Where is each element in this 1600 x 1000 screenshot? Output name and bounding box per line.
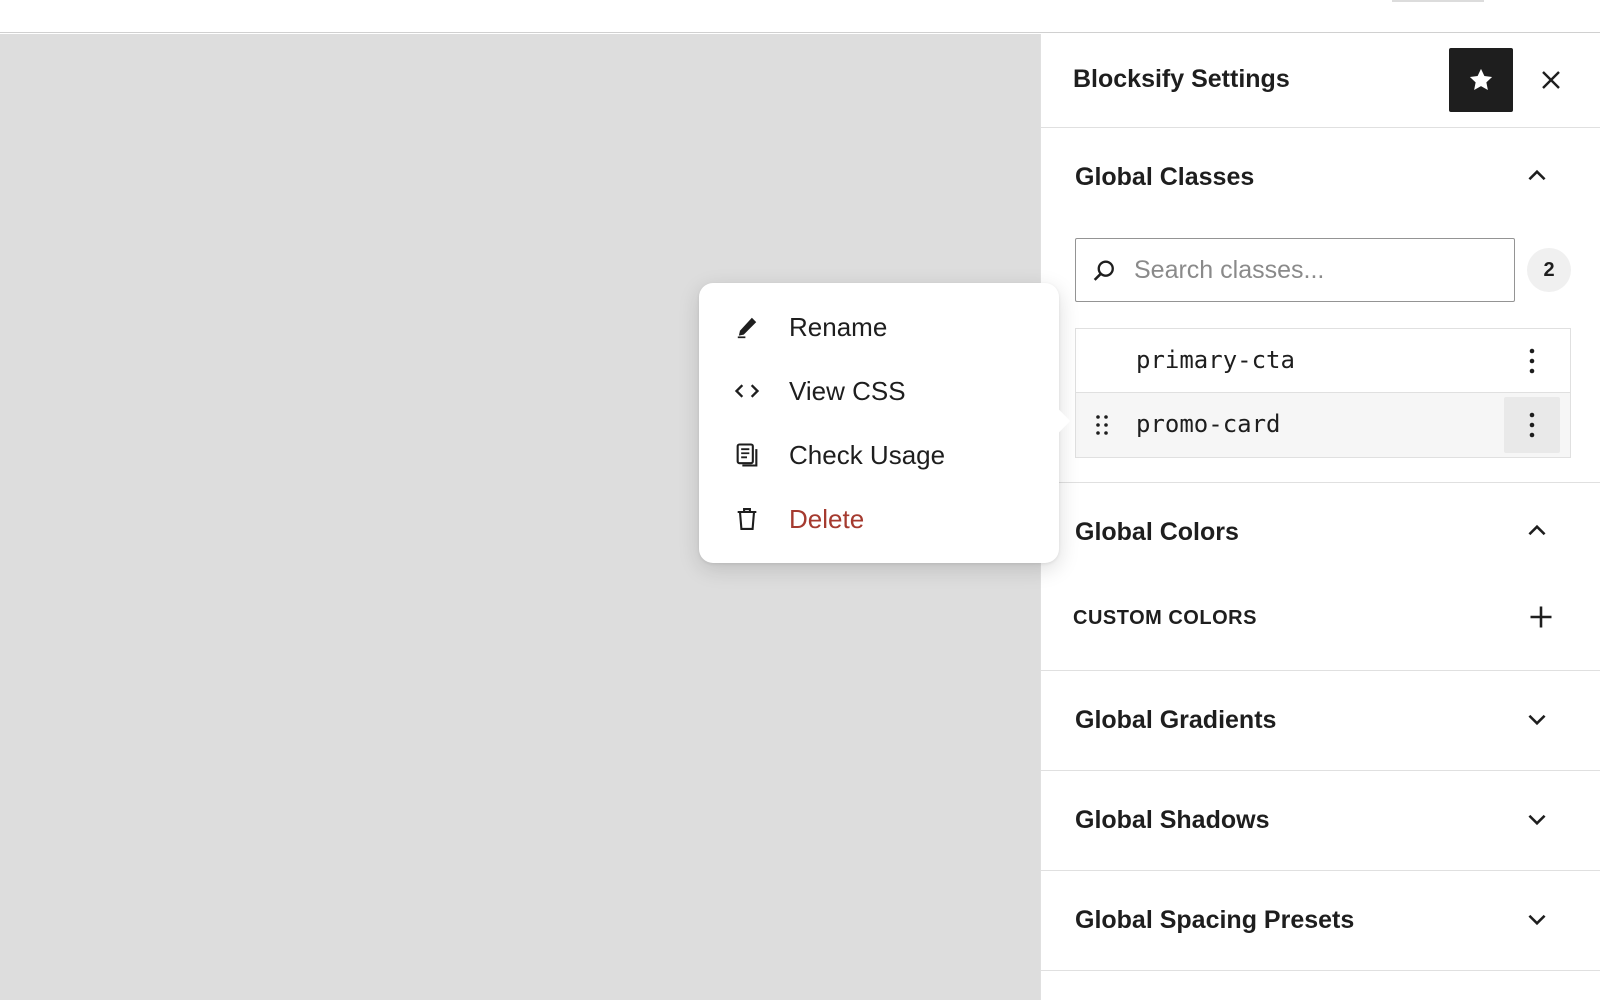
class-search-box [1075,238,1515,302]
more-options-button[interactable] [1504,397,1560,453]
class-list: primary-cta promo-card [1075,328,1571,458]
class-context-menu: Rename View CSS Check Usage Delete [699,283,1071,563]
more-vertical-icon [1529,412,1535,438]
delete-menu-item[interactable]: Delete [707,490,1051,548]
search-icon [1093,260,1114,281]
menu-item-label: Rename [789,311,888,342]
chevron-down-icon [1521,803,1553,835]
panel-title: Global Spacing Presets [1075,906,1355,934]
global-classes-toggle[interactable]: Global Classes [1041,128,1600,228]
menu-item-label: Check Usage [789,439,946,470]
chevron-down-icon [1521,703,1553,735]
list-item[interactable]: primary-cta [1076,329,1570,393]
chevron-up-icon [1521,515,1553,547]
editor-top-bar [0,0,1600,33]
code-icon [731,375,763,407]
class-name: promo-card [1136,410,1281,438]
panel-title: Global Classes [1075,163,1255,191]
global-colors-panel: Global Colors CUSTOM COLORS [1041,483,1600,671]
more-vertical-icon [1529,348,1535,374]
plus-icon [1530,606,1552,628]
settings-sidebar: Blocksify Settings Global Classes Search… [1040,34,1600,1000]
class-name: primary-cta [1136,346,1295,374]
global-spacing-presets-toggle[interactable]: Global Spacing Presets [1041,871,1600,971]
sidebar-title: Blocksify Settings [1073,65,1290,93]
class-count-badge: 2 [1527,248,1571,292]
view-css-menu-item[interactable]: View CSS [707,362,1051,420]
rename-menu-item[interactable]: Rename [707,298,1051,356]
search-input[interactable] [1134,240,1508,300]
global-shadows-panel: Global Shadows [1041,771,1600,871]
panel-title: Global Gradients [1075,706,1277,734]
add-color-button[interactable] [1519,595,1563,639]
star-button[interactable] [1449,48,1513,112]
list-item[interactable]: promo-card [1076,393,1570,457]
star-icon [1469,68,1493,91]
menu-item-label: Delete [789,503,865,534]
trash-icon [731,503,763,535]
panel-title: Global Colors [1075,518,1239,546]
close-icon [1542,71,1560,89]
global-gradients-toggle[interactable]: Global Gradients [1041,671,1600,771]
check-usage-menu-item[interactable]: Check Usage [707,426,1051,484]
sidebar-header: Blocksify Settings [1041,34,1600,128]
close-button[interactable] [1527,56,1575,104]
pencil-icon [731,311,763,343]
document-icon [731,439,763,471]
top-bar-button-edge[interactable] [1392,0,1484,2]
custom-colors-label: CUSTOM COLORS [1073,607,1257,629]
global-gradients-panel: Global Gradients [1041,671,1600,771]
more-options-button[interactable] [1504,333,1560,389]
global-colors-toggle[interactable]: Global Colors [1041,483,1600,583]
chevron-up-icon [1521,160,1553,192]
global-classes-panel: Global Classes 2 primary-cta [1041,128,1600,483]
global-shadows-toggle[interactable]: Global Shadows [1041,771,1600,871]
panel-title: Global Shadows [1075,806,1270,834]
menu-item-label: View CSS [789,375,906,406]
chevron-down-icon [1521,903,1553,935]
drag-handle-icon[interactable] [1088,411,1116,439]
global-spacing-presets-panel: Global Spacing Presets [1041,871,1600,971]
